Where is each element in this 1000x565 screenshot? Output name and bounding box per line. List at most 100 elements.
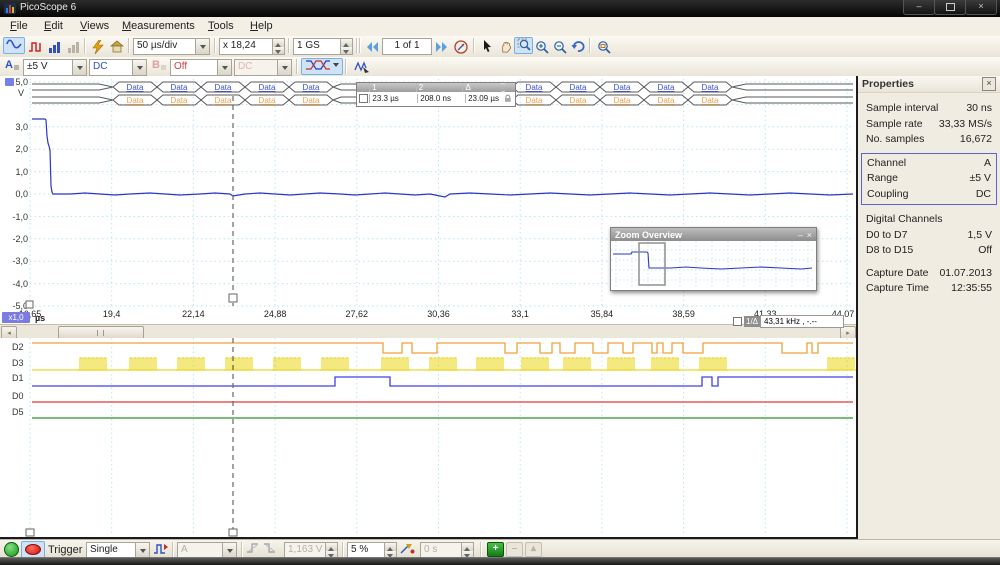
time-ruler-handle-digital-parked[interactable]	[25, 528, 35, 537]
buffer-page-box[interactable]: 1 of 1	[382, 38, 432, 55]
menu-tools[interactable]: Tools	[204, 20, 238, 32]
zoom-out-tool-button[interactable]	[550, 37, 569, 56]
zoom-in-tool-button[interactable]	[532, 37, 551, 56]
time-ruler-handle-parked[interactable]	[25, 300, 34, 309]
persistence-view-button[interactable]	[44, 37, 64, 56]
y-tick-label: 1,0	[15, 167, 28, 177]
decoder-bubble-label: Data	[570, 96, 587, 105]
spin-buttons[interactable]	[340, 39, 352, 54]
hand-icon	[502, 41, 511, 53]
cursor-arrow-icon	[484, 40, 491, 52]
property-row: Range ±5 V	[867, 172, 991, 184]
chevron-down-icon[interactable]	[217, 60, 231, 75]
channel-a-coupling-select[interactable]: DC	[89, 59, 147, 76]
menu-edit[interactable]: Edit	[40, 20, 67, 32]
add-measurement-button[interactable]: +	[487, 542, 504, 557]
zoom-overview-close-button[interactable]: ×	[807, 230, 812, 240]
digital-channels-button[interactable]	[301, 58, 343, 75]
channel-b-range-select[interactable]: Off	[170, 59, 232, 76]
undo-zoom-button[interactable]	[568, 37, 587, 56]
separator	[296, 59, 297, 74]
zoom-marquee-tool-button[interactable]	[514, 37, 533, 54]
spin-buttons[interactable]	[272, 39, 284, 54]
spin-buttons[interactable]	[384, 543, 396, 558]
minimize-button[interactable]: –	[903, 0, 935, 15]
frequency-checkbox[interactable]	[733, 316, 742, 326]
time-ruler-handle-digital[interactable]	[228, 528, 238, 537]
y-tick-label: -3,0	[12, 256, 28, 266]
spin-buttons[interactable]	[461, 543, 473, 558]
home-settings-button[interactable]	[107, 37, 127, 56]
timebase-select[interactable]: 50 µs/div	[133, 38, 210, 55]
horizontal-scrollbar[interactable]: ◂ ▸	[0, 324, 856, 340]
digital-graph[interactable]: D2 D3 D1 D0 D5	[0, 338, 856, 537]
previous-buffer-button[interactable]	[363, 37, 382, 56]
buffer-navigator-button[interactable]	[451, 37, 471, 56]
menu-file[interactable]: File	[6, 20, 32, 32]
property-row: Coupling DC	[867, 187, 991, 200]
close-button[interactable]: ×	[965, 0, 997, 15]
chevron-down-icon[interactable]	[222, 543, 236, 558]
zoom-overview-plot[interactable]	[611, 241, 814, 288]
chevron-down-icon[interactable]	[195, 39, 209, 54]
edit-measurement-button[interactable]: –	[506, 542, 523, 557]
falling-edge-button[interactable]	[263, 542, 277, 554]
zoom-overview-titlebar[interactable]: Zoom Overview – ×	[611, 228, 816, 241]
undo-arrow-icon	[571, 41, 585, 52]
spin-buttons[interactable]	[325, 543, 337, 558]
chevron-down-icon[interactable]	[277, 60, 291, 75]
property-row: D8 to D15 Off	[866, 244, 992, 256]
chevron-down-icon[interactable]	[333, 63, 339, 74]
ruler-legend-header[interactable]: 1 2 Δ –×	[357, 79, 515, 97]
channel-b-range-value: Off	[174, 61, 188, 72]
x-tick-label: 19,4	[103, 309, 121, 319]
ruler-minimize-button[interactable]: –	[501, 79, 507, 88]
digital-plot-background[interactable]	[0, 338, 856, 537]
ruler-legend-box[interactable]: 1 2 Δ –× 23.3 µs 208.0 ns 23.09 µs	[356, 79, 516, 107]
chevron-down-icon[interactable]	[135, 543, 149, 558]
signal-generator-button[interactable]	[350, 58, 374, 77]
decoder-bubble-label: Data	[614, 83, 631, 92]
app-icon	[4, 3, 16, 14]
start-capture-button[interactable]	[4, 542, 19, 557]
channel-a-range-select[interactable]: ±5 V	[23, 59, 87, 76]
zoom-factor-spinner[interactable]: x 18,24	[219, 38, 285, 55]
pointer-tool-button[interactable]	[478, 37, 497, 56]
trigger-marker-button[interactable]	[400, 542, 415, 555]
zoom-overview-minimize-button[interactable]: –	[798, 230, 803, 240]
chevron-down-icon[interactable]	[132, 60, 146, 75]
ruler-checkbox[interactable]	[358, 93, 368, 103]
lock-icon[interactable]	[504, 94, 512, 103]
scope-view-button[interactable]	[3, 37, 25, 54]
spectrum-view-button[interactable]	[25, 37, 45, 56]
menu-measurements[interactable]: Measurements	[118, 20, 199, 32]
max-samples-spinner[interactable]: 1 GS	[293, 38, 353, 55]
digital-channels-header: Digital Channels	[866, 213, 943, 225]
titlebar[interactable]: PicoScope 6 – ×	[0, 0, 1000, 17]
properties-close-button[interactable]: ×	[982, 77, 996, 91]
separator	[473, 38, 474, 53]
properties-title: Properties	[862, 78, 914, 90]
decoder-bubble-label: Data	[702, 96, 719, 105]
zoom-overview-window[interactable]: Zoom Overview – ×	[610, 227, 817, 291]
menu-help[interactable]: Help	[246, 20, 277, 32]
menu-views[interactable]: Views	[76, 20, 113, 32]
decoder-bubble-label: Data	[171, 96, 188, 105]
decoder-bubble-label: Data	[215, 96, 232, 105]
chevron-down-icon[interactable]	[72, 60, 86, 75]
xy-view-button-disabled[interactable]	[63, 37, 83, 56]
connect-device-button[interactable]	[88, 37, 108, 56]
rising-edge-button[interactable]	[246, 542, 260, 554]
zoom-full-button[interactable]	[594, 37, 614, 56]
channel-b-coupling-select[interactable]: DC	[234, 59, 292, 76]
channel-a-axis-badge[interactable]	[5, 78, 14, 86]
next-buffer-button[interactable]	[432, 37, 451, 56]
time-ruler-handle[interactable]	[228, 293, 238, 303]
x-axis-unit: µs	[35, 313, 45, 323]
stop-capture-button[interactable]	[21, 541, 45, 558]
frequency-readout: 1/Δ 43,31 kHz , -.--	[733, 314, 845, 328]
delete-measurement-button[interactable]: ▴	[525, 542, 542, 557]
advanced-trigger-button[interactable]	[153, 542, 168, 555]
restore-button[interactable]	[934, 0, 966, 15]
pan-tool-button[interactable]	[496, 37, 515, 56]
